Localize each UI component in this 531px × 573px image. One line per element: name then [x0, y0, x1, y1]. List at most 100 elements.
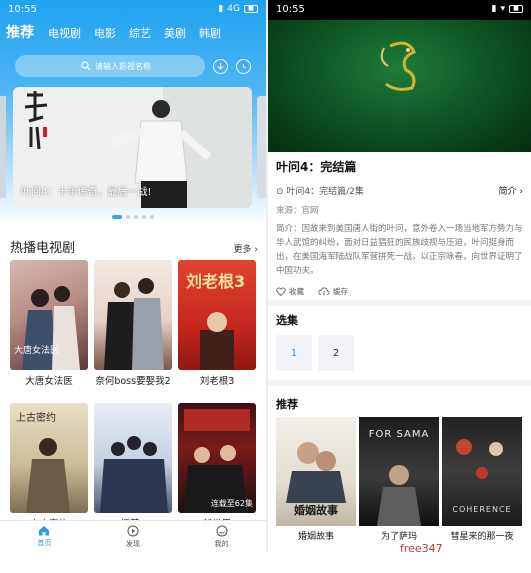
episode-button[interactable]: 1 [276, 335, 312, 371]
poster-image: 刘老根3 [178, 260, 256, 370]
episode-badge: 连载至62集 [210, 499, 253, 508]
more-link[interactable]: 更多 › [234, 242, 258, 255]
intro-link[interactable]: 简介 › [499, 184, 523, 197]
bottom-tab-bar: 首页 发现 我的 [0, 520, 266, 552]
tab-us-drama[interactable]: 美剧 [164, 25, 186, 41]
poster-overlay: 上古密约 [16, 413, 56, 424]
cache-button[interactable]: 缓存 [318, 286, 348, 297]
home-icon [39, 526, 50, 536]
recommend-name: 婚姻故事 [297, 532, 334, 542]
poster-title-text: COHERENCE [452, 505, 512, 514]
poster-overlay: 刘老根3 [186, 272, 246, 291]
recommend-card[interactable]: FOR SAMA 为了萨玛 [359, 417, 439, 542]
card-title: 大唐女法医 [25, 376, 73, 387]
hero-banner[interactable]: 叶问4：十年传奇，最后一战! [13, 87, 252, 208]
episode-list: 1 2 [276, 335, 354, 371]
tv-card[interactable]: 上古密约 上古密约 [10, 403, 88, 530]
episodes-title: 选集 [276, 314, 298, 327]
tv-card[interactable]: 奈何boss要娶我2 [94, 260, 172, 387]
tab-movie[interactable]: 电影 [94, 25, 116, 41]
status-time: 10:55 [8, 3, 37, 15]
download-icon[interactable] [213, 58, 228, 74]
card-title: 奈何boss要娶我2 [95, 376, 171, 387]
banner-caption: 叶问4：十年传奇，最后一战! [21, 187, 152, 198]
episode-button[interactable]: 2 [318, 335, 354, 371]
tab-label: 发现 [125, 539, 140, 548]
recommend-name: 彗星来的那一夜 [450, 532, 514, 542]
pagination-dot-active[interactable] [112, 215, 122, 219]
network-label: 4G [227, 4, 240, 14]
history-icon[interactable] [236, 58, 251, 74]
video-info: 叶问4：完结篇 ⊙ 叶问4：完结篇/2集 简介 › 来源：官网 简介：因故来到美… [276, 158, 523, 297]
recommend-name: 为了萨玛 [380, 532, 417, 542]
banner-pagination [112, 215, 154, 219]
watermark-text: free347 [400, 542, 443, 555]
pagination-dot[interactable] [126, 215, 130, 219]
recommend-card[interactable]: 婚姻故事 婚姻故事 [276, 417, 356, 542]
search-input[interactable]: 请输入影视名称 [15, 55, 205, 77]
recommend-card[interactable]: COHERENCE 彗星来的那一夜 [442, 417, 522, 542]
card-title: 刘老根3 [199, 376, 235, 387]
poster-image [94, 403, 172, 513]
banner-prev-peek[interactable] [0, 96, 6, 198]
poster-art [184, 409, 250, 513]
tab-recommend[interactable]: 推荐 [6, 22, 34, 42]
collect-button[interactable]: 收藏 [276, 286, 304, 297]
cache-label: 缓存 [333, 287, 348, 296]
episode-info-label: 叶问4：完结篇/2集 [286, 187, 364, 197]
tab-mine[interactable]: 我的 [215, 525, 229, 549]
tv-card[interactable]: 连载至62集 新世界 [178, 403, 256, 530]
episode-info: ⊙ 叶问4：完结篇/2集 [276, 184, 364, 197]
poster-image: 连载至62集 [178, 403, 256, 513]
screenshot-root: 10:55 ▮ 4G ■ 推荐 电视剧 电影 综艺 美剧 韩剧 请输入影视名称 [0, 0, 531, 573]
episode-row: ⊙ 叶问4：完结篇/2集 简介 › [276, 184, 523, 197]
heart-icon [276, 287, 286, 296]
detail-screen: 10:55 ▮ ▾ ■ 叶问4：完结篇 ⊙ 叶问4：完结篇/2集 简介 › 来源… [268, 0, 531, 552]
signal-icon: ▮ [218, 4, 224, 14]
video-player[interactable]: 10:55 ▮ ▾ ■ [268, 0, 531, 152]
play-circle-icon [127, 525, 139, 536]
intro-label: 简介 [498, 187, 517, 197]
collect-label: 收藏 [289, 287, 304, 296]
poster-image: COHERENCE [442, 417, 522, 526]
banner-next-peek[interactable] [257, 96, 266, 198]
tv-card[interactable]: 大唐女法医 大唐女法医 [10, 260, 88, 387]
description-text: 简介：因故来到美国唐人街的叶问，意外卷入一场当地军方势力与华人武馆的纠纷，面对日… [276, 224, 523, 276]
dragon-logo-icon [380, 41, 416, 91]
tab-discover[interactable]: 发现 [126, 525, 140, 549]
poster-title-text: 婚姻故事 [294, 504, 338, 517]
tab-variety[interactable]: 综艺 [129, 25, 151, 41]
tv-card[interactable]: 刘老根3 刘老根3 [178, 260, 256, 387]
pagination-dot[interactable] [150, 215, 154, 219]
battery-icon: ■ [244, 5, 258, 13]
pagination-dot[interactable] [134, 215, 138, 219]
tv-card[interactable]: 摇荡2 [94, 403, 172, 530]
recommend-list: 婚姻故事 婚姻故事 FOR SAMA 为了萨玛 COHERENCE 彗星来的那一… [276, 417, 522, 542]
pagination-dot[interactable] [142, 215, 146, 219]
status-bar: 10:55 ▮ 4G ■ [0, 0, 266, 18]
poster-image: 婚姻故事 [276, 417, 356, 526]
tab-label: 我的 [214, 539, 229, 548]
poster-title-text: FOR SAMA [368, 429, 430, 440]
search-placeholder: 请输入影视名称 [95, 61, 151, 71]
face-icon [216, 525, 228, 536]
tv-grid: 大唐女法医 大唐女法医 奈何boss要娶我2 刘老根3 刘老根3 上古密约 连载… [10, 260, 256, 530]
more-label: 更多 [233, 245, 252, 255]
poster-art [100, 436, 168, 513]
source-text: 来源：官网 [276, 206, 319, 216]
recommend-title: 推荐 [276, 398, 298, 411]
video-title: 叶问4：完结篇 [276, 160, 357, 174]
poster-image: 大唐女法医 [10, 260, 88, 370]
search-row: 请输入影视名称 [15, 55, 258, 77]
cloud-download-icon [318, 287, 330, 296]
section-title: 热播电视剧 [10, 241, 76, 256]
play-circle-icon: ⊙ [276, 187, 284, 197]
search-icon [81, 61, 91, 71]
tab-kr-drama[interactable]: 韩剧 [199, 25, 221, 41]
poster-image: FOR SAMA [359, 417, 439, 526]
tab-home[interactable]: 首页 [37, 525, 51, 548]
category-tabs: 推荐 电视剧 电影 综艺 美剧 韩剧 [6, 22, 262, 42]
poster-image: 上古密约 [10, 403, 88, 513]
action-row: 收藏 缓存 [276, 286, 523, 297]
tab-tv[interactable]: 电视剧 [48, 25, 81, 41]
